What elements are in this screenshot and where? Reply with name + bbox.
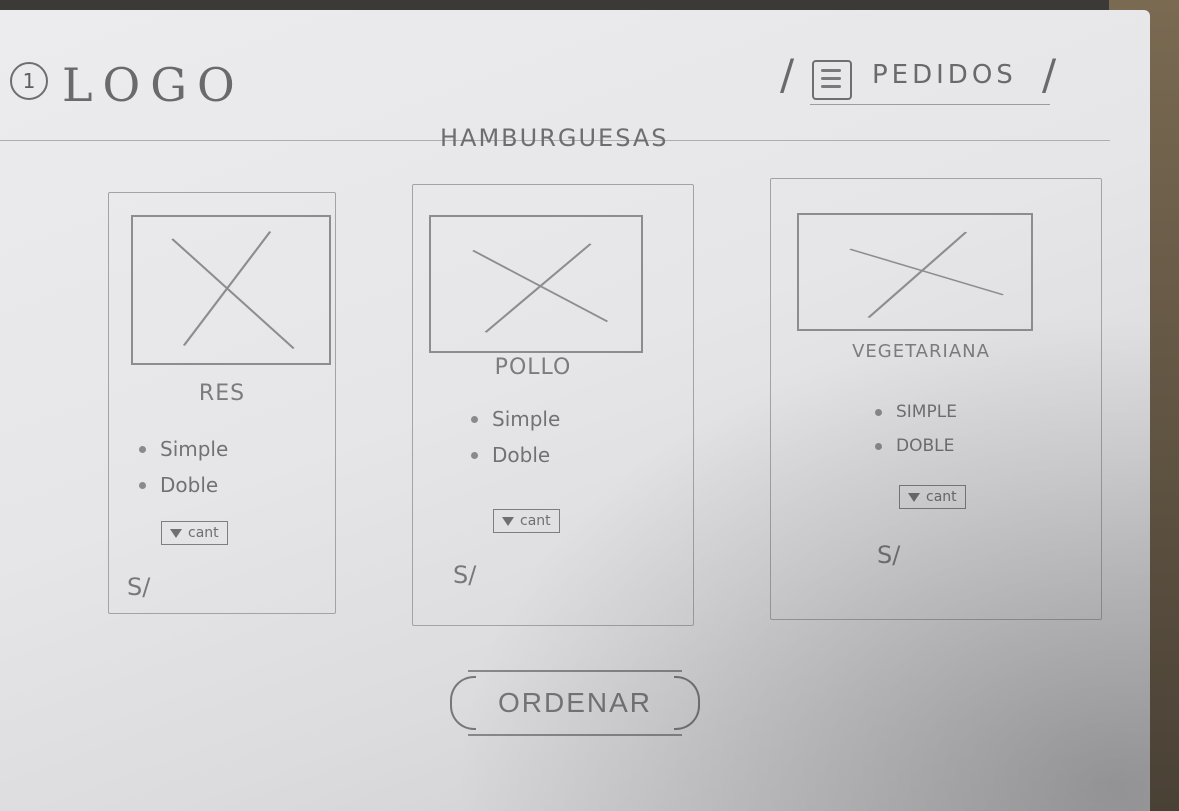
dropdown-caret-icon — [908, 492, 920, 502]
product-name: POLLO — [494, 355, 572, 380]
quantity-label: cant — [926, 489, 957, 505]
quantity-dropdown[interactable]: cant — [161, 521, 228, 545]
sketch-paper: 1 LOGO / PEDIDOS / HAMBURGUESAS RES Simp… — [0, 10, 1150, 811]
logo-number: 1 — [22, 69, 36, 93]
size-options: Simple Doble — [471, 401, 560, 473]
logo-number-badge: 1 — [10, 62, 48, 100]
size-option-simple[interactable]: SIMPLE — [875, 395, 957, 429]
image-placeholder — [131, 215, 331, 365]
product-card: VEGETARIANA SIMPLE DOBLE cant S/ — [770, 178, 1102, 620]
orders-left-bracket: / — [780, 50, 795, 99]
radio-dot-icon — [875, 442, 882, 450]
radio-dot-icon — [471, 415, 478, 423]
size-option-double[interactable]: Doble — [471, 437, 560, 473]
orders-underline — [810, 104, 1050, 105]
image-placeholder-cross-icon — [171, 231, 295, 349]
product-card: RES Simple Doble cant S/ — [108, 192, 336, 614]
image-placeholder-cross-icon — [472, 243, 609, 333]
radio-dot-icon — [875, 408, 882, 416]
dropdown-caret-icon — [502, 516, 514, 526]
radio-dot-icon — [139, 445, 146, 453]
image-placeholder-cross-icon — [849, 231, 1004, 318]
product-price: S/ — [453, 561, 477, 589]
product-card: POLLO Simple Doble cant S/ — [412, 184, 694, 626]
quantity-label: cant — [188, 525, 219, 541]
section-title: HAMBURGUESAS — [440, 124, 669, 152]
image-placeholder — [429, 215, 643, 353]
quantity-dropdown[interactable]: cant — [493, 509, 560, 533]
size-options: SIMPLE DOBLE — [875, 395, 957, 463]
product-price: S/ — [877, 541, 901, 569]
size-option-double[interactable]: DOBLE — [875, 429, 957, 463]
order-button-label: ORDENAR — [497, 687, 652, 718]
dropdown-caret-icon — [170, 528, 182, 538]
size-option-simple[interactable]: Simple — [471, 401, 560, 437]
order-button[interactable]: ORDENAR — [450, 668, 700, 738]
header: 1 LOGO / PEDIDOS / — [0, 10, 1150, 140]
size-option-simple[interactable]: Simple — [139, 431, 228, 467]
radio-dot-icon — [139, 481, 146, 489]
quantity-label: cant — [520, 513, 551, 529]
quantity-dropdown[interactable]: cant — [899, 485, 966, 509]
logo[interactable]: LOGO — [62, 58, 245, 112]
image-placeholder — [797, 213, 1033, 331]
product-price: S/ — [127, 573, 151, 601]
product-name: RES — [198, 381, 246, 406]
size-option-double[interactable]: Doble — [139, 467, 228, 503]
radio-dot-icon — [471, 451, 478, 459]
orders-right-bracket: / — [1042, 50, 1057, 99]
orders-label: PEDIDOS — [872, 60, 1017, 90]
size-options: Simple Doble — [139, 431, 228, 503]
product-name: VEGETARIANA — [852, 341, 990, 362]
burger-icon — [812, 60, 852, 100]
orders-link[interactable]: / PEDIDOS / — [780, 50, 1060, 108]
